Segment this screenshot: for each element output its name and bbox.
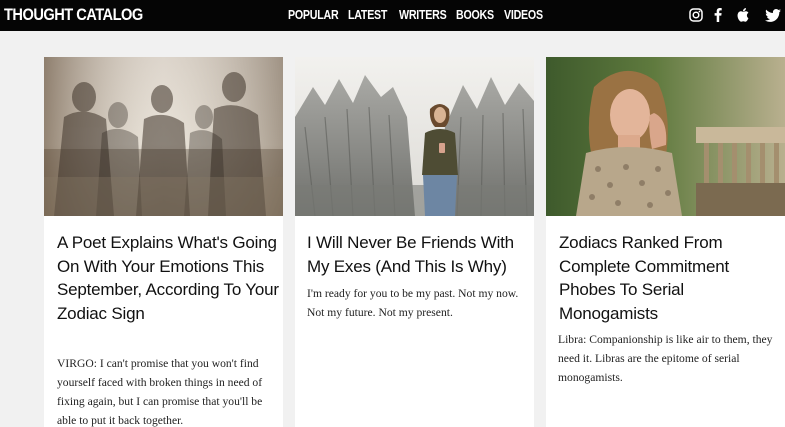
article-excerpt: VIRGO: I can't promise that you won't fi… xyxy=(57,357,263,427)
article-excerpt: Libra: Companionship is like air to them… xyxy=(558,333,773,384)
nav-videos[interactable]: VIDEOS xyxy=(504,7,545,22)
instagram-icon[interactable] xyxy=(688,7,704,23)
site-logo[interactable]: THOUGHT CATALOG xyxy=(4,5,143,25)
article-card[interactable]: I Will Never Be Friends With My Exes (An… xyxy=(295,57,534,427)
top-navigation-bar: THOUGHT CATALOG POPULAR LATEST WRITERS B… xyxy=(0,0,785,31)
nav-popular[interactable]: POPULAR xyxy=(288,7,339,22)
nav-writers[interactable]: WRITERS xyxy=(399,7,447,22)
facebook-icon[interactable] xyxy=(712,7,724,23)
main-nav: POPULAR LATEST WRITERS BOOKS VIDEOS xyxy=(288,7,554,22)
article-title[interactable]: I Will Never Be Friends With My Exes (An… xyxy=(307,231,529,278)
article-card[interactable]: A Poet Explains What's Going On With You… xyxy=(44,57,283,427)
nav-latest[interactable]: LATEST xyxy=(348,7,390,22)
nav-books[interactable]: BOOKS xyxy=(456,7,495,22)
article-excerpt: I'm ready for you to be my past. Not my … xyxy=(307,287,519,319)
article-image-rocks-woman[interactable] xyxy=(295,57,534,216)
article-title[interactable]: A Poet Explains What's Going On With You… xyxy=(57,231,279,325)
article-card[interactable]: Zodiacs Ranked From Complete Commitment … xyxy=(546,57,785,427)
article-title[interactable]: Zodiacs Ranked From Complete Commitment … xyxy=(559,231,781,325)
twitter-icon[interactable] xyxy=(765,7,781,23)
article-image-silhouettes[interactable] xyxy=(44,57,283,216)
article-image-woman-portrait[interactable] xyxy=(546,57,785,216)
apple-icon[interactable] xyxy=(736,7,750,23)
